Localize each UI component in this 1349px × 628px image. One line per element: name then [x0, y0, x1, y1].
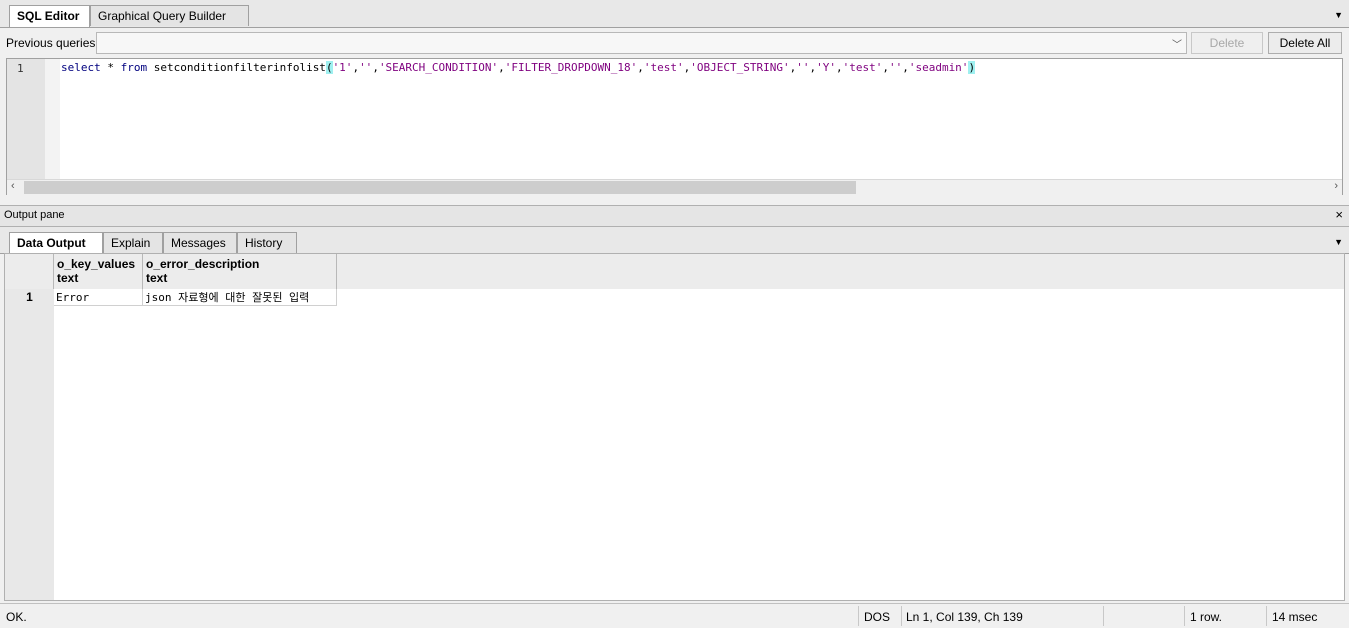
sql-string-literal: 'FILTER_DROPDOWN_18': [504, 61, 638, 74]
sql-punctuation: ,: [902, 61, 909, 74]
previous-queries-label: Previous queries: [6, 36, 96, 50]
status-divider: [901, 606, 902, 626]
output-pane-title: Output pane: [4, 209, 65, 221]
sql-editor[interactable]: 1 select * from setconditionfilterinfoli…: [6, 58, 1343, 195]
menu-arrow-icon[interactable]: ▼: [1334, 10, 1343, 20]
column-name: o_key_values: [57, 257, 136, 271]
sql-close-paren: ): [968, 61, 976, 74]
horizontal-scrollbar[interactable]: ‹ ›: [7, 179, 1342, 195]
status-message: OK.: [6, 610, 27, 624]
fold-margin: [45, 59, 60, 179]
status-divider: [858, 606, 859, 626]
output-pane-header: Output pane ×: [0, 205, 1349, 227]
sql-punctuation: ,: [372, 61, 379, 74]
sql-function-name: setconditionfilterinfolist: [147, 61, 326, 74]
sql-string-literal: '': [359, 61, 373, 74]
status-encoding: DOS: [864, 610, 891, 624]
sql-string-literal: '': [888, 61, 903, 74]
sql-punctuation: ,: [637, 61, 644, 74]
sql-keyword-from: from: [120, 61, 148, 74]
sql-arguments: '1','','SEARCH_CONDITION','FILTER_DROPDO…: [333, 61, 969, 74]
sql-punctuation: ,: [882, 61, 889, 74]
sql-string-literal: 'OBJECT_STRING': [690, 61, 790, 74]
table-cell[interactable]: Error: [54, 289, 143, 306]
tab-history[interactable]: History: [237, 232, 297, 253]
editor-tab-bar: SQL Editor Graphical Query Builder ▼: [0, 0, 1349, 28]
corner-cell[interactable]: [5, 254, 54, 289]
sql-string-literal: 'seadmin': [908, 61, 969, 74]
row-number[interactable]: 1: [5, 289, 54, 306]
grid-header: o_key_values text o_error_description te…: [5, 254, 1344, 289]
sql-string-literal: '1': [332, 61, 353, 74]
arrow-left-icon[interactable]: ‹: [11, 180, 15, 192]
sql-punctuation: ,: [498, 61, 505, 74]
menu-arrow-icon[interactable]: ▼: [1334, 237, 1343, 247]
sql-string-literal: 'Y': [816, 61, 836, 74]
previous-queries-row: Previous queries ﹀ Delete Delete All: [0, 28, 1349, 58]
status-cursor-position: Ln 1, Col 139, Ch 139: [906, 610, 1023, 624]
arrow-right-icon[interactable]: ›: [1334, 180, 1338, 192]
data-grid[interactable]: o_key_values text o_error_description te…: [4, 253, 1345, 601]
line-number-gutter: 1: [7, 59, 45, 179]
tab-sql-editor[interactable]: SQL Editor: [9, 5, 90, 27]
table-cell[interactable]: json 자료형에 대한 잘못된 입력: [143, 289, 337, 306]
sql-keyword-select: select: [61, 61, 101, 74]
sql-string-literal: 'test': [643, 61, 684, 74]
tab-messages[interactable]: Messages: [163, 232, 237, 253]
output-tab-bar: Data Output Explain Messages History ▼: [0, 227, 1349, 254]
scrollbar-thumb[interactable]: [24, 181, 856, 194]
tab-explain[interactable]: Explain: [103, 232, 163, 253]
sql-string-literal: 'SEARCH_CONDITION': [378, 61, 499, 74]
sql-punctuation: ,: [835, 61, 843, 74]
status-divider: [1103, 606, 1104, 626]
previous-queries-select[interactable]: ﹀: [96, 32, 1187, 54]
status-bar: OK. DOS Ln 1, Col 139, Ch 139 1 row. 14 …: [0, 603, 1349, 628]
status-row-count: 1 row.: [1190, 610, 1223, 624]
column-name: o_error_description: [146, 257, 260, 271]
close-icon[interactable]: ×: [1335, 207, 1343, 222]
status-divider: [1266, 606, 1267, 626]
column-header-o-error-description[interactable]: o_error_description text: [143, 254, 337, 289]
column-header-o-key-values[interactable]: o_key_values text: [54, 254, 143, 289]
sql-star: *: [100, 61, 121, 74]
column-type: text: [146, 271, 168, 285]
line-number: 1: [17, 62, 24, 75]
sql-string-literal: 'test': [842, 61, 883, 74]
sql-string-literal: '': [796, 61, 810, 74]
column-type: text: [57, 271, 79, 285]
delete-button[interactable]: Delete: [1191, 32, 1263, 54]
status-execution-time: 14 msec: [1272, 610, 1318, 624]
delete-all-button[interactable]: Delete All: [1268, 32, 1342, 54]
code-line[interactable]: select * from setconditionfilterinfolist…: [61, 61, 976, 74]
sql-open-paren: (: [325, 61, 333, 74]
chevron-down-icon[interactable]: ﹀: [1172, 36, 1182, 51]
status-divider: [1184, 606, 1185, 626]
tab-data-output[interactable]: Data Output: [9, 232, 103, 254]
tab-graphical-query-builder[interactable]: Graphical Query Builder: [90, 5, 249, 26]
